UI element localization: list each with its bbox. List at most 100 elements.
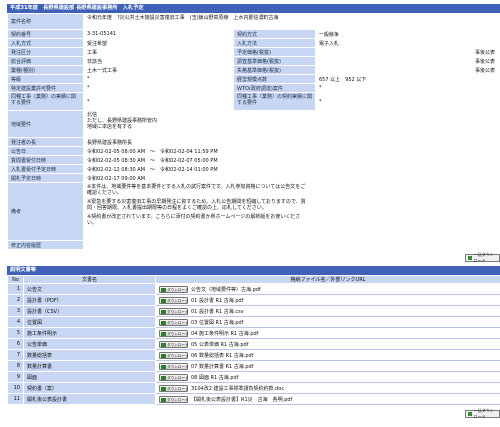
label-bid-date: 入札書受付予定日時: [7, 164, 84, 174]
doc-file-cell: ダウンロード 08 図面 R1 古海.pdf: [155, 371, 500, 383]
document-row: 5 施工条件明示 ダウンロード 04 施工条件明示 R1 古海.pdf: [7, 327, 500, 339]
download-button[interactable]: ダウンロード: [159, 296, 189, 304]
note-line: ※本件は、地域要件等を基本要件とする入札の試行案件です。入札参加資格については公…: [87, 184, 306, 196]
value-bid-method: 電子入札: [315, 38, 499, 48]
doc-file-cell: ダウンロード 【開札後公表設計書】R1災 古海 各明.pdf: [155, 393, 500, 405]
doc-file-cell: ダウンロード 07 数量計算書 R1 古海.pdf: [155, 360, 500, 372]
value-region: 北信 ただし、長野県建設事務所管内 地域に本店を有する: [83, 110, 499, 138]
doc-name: 公告単価: [23, 338, 156, 350]
region-line: 地域に本店を有する: [87, 124, 133, 130]
doc-file-link[interactable]: 01 設計書 R1 古海.pdf: [191, 297, 243, 304]
download-all-button[interactable]: 一括ダウンロード: [465, 252, 500, 263]
document-row: 2 設計書（PDF） ダウンロード 01 設計書 R1 古海.pdf: [7, 294, 500, 306]
row-license: 特定建設業許可要件 * WTO(政府調達)案件 *: [7, 83, 499, 93]
label-contract-method: 契約方式: [233, 29, 316, 39]
value-order-type: 工事: [83, 47, 234, 57]
download-button[interactable]: ダウンロード: [159, 285, 189, 293]
doc-no: 8: [7, 360, 24, 372]
download-button-label: ダウンロード: [167, 353, 189, 358]
documents-header-row: No 文書名 格納ファイル名／外部リンクURL: [7, 275, 500, 284]
label-evaluation: 総合評価: [7, 56, 84, 66]
label-region: 地域要件: [7, 110, 84, 138]
download-button[interactable]: ダウンロード: [159, 362, 189, 370]
download-button-label: ダウンロード: [167, 320, 189, 325]
value-license: *: [83, 83, 234, 93]
download-icon: [161, 397, 166, 402]
label-industry: 業種(種別): [7, 65, 84, 75]
doc-no: 11: [7, 393, 24, 405]
download-icon: [161, 320, 166, 325]
doc-file-cell: ダウンロード 05 公表単価 R1 古海.pdf: [155, 338, 500, 350]
row-project-name: 案件名称 令和元年度 ?災公共土木施設災害復旧工事 (玉)飯山野高原線 上水内郡…: [7, 13, 499, 30]
doc-file-link[interactable]: 【開札後公表設計書】R1災 古海 各明.pdf: [191, 396, 292, 403]
value-question-date: 令和02-02-05 08:30 AM 〜 令和02-02-07 05:00 P…: [83, 155, 499, 165]
doc-name: 図面: [23, 371, 156, 383]
download-button[interactable]: ダウンロード: [159, 395, 189, 403]
download-icon: [161, 364, 166, 369]
row-bid-method: 入札方式 受注希望 入札方法 電子入札: [7, 38, 499, 48]
doc-file-link[interactable]: 03 位置図 R1 古海.pdf: [191, 319, 243, 326]
doc-file-link[interactable]: 07 数量計算書 R1 古海.pdf: [191, 363, 253, 370]
value-industry: 土木一式工事: [83, 65, 234, 75]
doc-name: 施工条件明示: [23, 327, 156, 339]
value-project-name: 令和元年度 ?災公共土木施設災害復旧工事 (玉)飯山野高原線 上水内郡信濃町古海: [83, 13, 499, 30]
download-button[interactable]: ダウンロード: [159, 307, 189, 315]
doc-file-link[interactable]: 01 設計書 R1 古海.csv: [191, 308, 244, 315]
doc-name: 公告文: [23, 283, 156, 295]
page-title: 平成31年度 長野県建設部 長野県建設事務所 入札予定: [7, 4, 500, 13]
download-button[interactable]: ダウンロード: [159, 329, 189, 337]
doc-no: 4: [7, 316, 24, 328]
doc-file-link[interactable]: 公告文（地域要件等）古海.pdf: [191, 286, 261, 293]
label-contract-record: 同種工事（業務）の契約実績に関する要件: [233, 92, 316, 111]
label-survey-price: 調査基準価格(税抜): [233, 56, 316, 66]
download-button-label: ダウンロード: [167, 309, 189, 314]
value-bid-type: 受注希望: [83, 38, 234, 48]
download-icon: [161, 298, 166, 303]
doc-file-link[interactable]: 08 図面 R1 古海.pdf: [191, 374, 238, 381]
download-button[interactable]: ダウンロード: [159, 384, 189, 392]
documents-table: No 文書名 格納ファイル名／外部リンクURL 1 公告文 ダウンロード 公告文（地域…: [7, 275, 500, 405]
header-no: No: [7, 275, 24, 284]
doc-name: 契約書（案）: [23, 382, 156, 394]
download-button-label: ダウンロード: [167, 386, 189, 391]
doc-file-cell: ダウンロード 06 数量総括表 R1 古海.pdf: [155, 349, 500, 361]
doc-name: 位置図: [23, 316, 156, 328]
doc-file-link[interactable]: 04 施工条件明示 R1 古海.pdf: [191, 330, 258, 337]
document-row: 11 開札後公表設計書 ダウンロード 【開札後公表設計書】R1災 古海 各明.pdf: [7, 393, 500, 405]
doc-name: 設計書（CSV）: [23, 305, 156, 317]
download-icon: [161, 375, 166, 380]
doc-file-link[interactable]: 05 公表単価 R1 古海.pdf: [191, 341, 248, 348]
doc-file-cell: ダウンロード 03 位置図 R1 古海.pdf: [155, 316, 500, 328]
documents-title: 説明文書等: [7, 266, 500, 275]
label-order-type: 発注区分: [7, 47, 84, 57]
doc-file-cell: ダウンロード 01 設計書 R1 古海.csv: [155, 305, 500, 317]
doc-name: 数量計算書: [23, 360, 156, 372]
download-all-label: 一括ダウンロード: [473, 408, 494, 419]
download-all-button-bottom[interactable]: 一括ダウンロード: [465, 408, 500, 419]
row-question-date: 質問書受付日時 令和02-02-05 08:30 AM 〜 令和02-02-07…: [7, 155, 499, 165]
row-experience: 同種工事（業務）の実績に関する要件 * 同種工事（業務）の契約実績に関する要件 …: [7, 92, 499, 111]
document-row: 6 公告単価 ダウンロード 05 公表単価 R1 古海.pdf: [7, 338, 500, 350]
download-icon: [161, 331, 166, 336]
label-experience: 同種工事（業務）の実績に関する要件: [7, 92, 84, 111]
doc-file-link[interactable]: 3104改2 建設工事標準請負契約約款.doc: [191, 385, 284, 392]
doc-no: 1: [7, 283, 24, 295]
value-contract-record: *: [315, 92, 499, 111]
value-disqualify-price: 事後公表: [315, 65, 499, 75]
download-button-label: ダウンロード: [167, 364, 189, 369]
download-button[interactable]: ダウンロード: [159, 373, 189, 381]
value-experience: *: [83, 92, 234, 111]
note-line: ※契約書が改正されています。こちらに添付の契約書か県ホームページの最新版をお使い…: [87, 214, 301, 226]
value-orderer: 長野県建設事務所長: [83, 137, 499, 147]
doc-file-link[interactable]: 06 数量総括表 R1 古海.pdf: [191, 352, 253, 359]
label-disqualify-price: 失格基準価格(税抜): [233, 65, 316, 75]
download-icon: [161, 287, 166, 292]
document-row: 10 契約書（案） ダウンロード 3104改2 建設工事標準請負契約約款.doc: [7, 382, 500, 394]
header-doc-name: 文書名: [23, 275, 156, 284]
row-revision: 修正内容履歴: [7, 240, 499, 250]
download-button[interactable]: ダウンロード: [159, 351, 189, 359]
doc-file-cell: ダウンロード 01 設計書 R1 古海.pdf: [155, 294, 500, 306]
download-button[interactable]: ダウンロード: [159, 340, 189, 348]
download-button[interactable]: ダウンロード: [159, 318, 189, 326]
doc-no: 3: [7, 305, 24, 317]
